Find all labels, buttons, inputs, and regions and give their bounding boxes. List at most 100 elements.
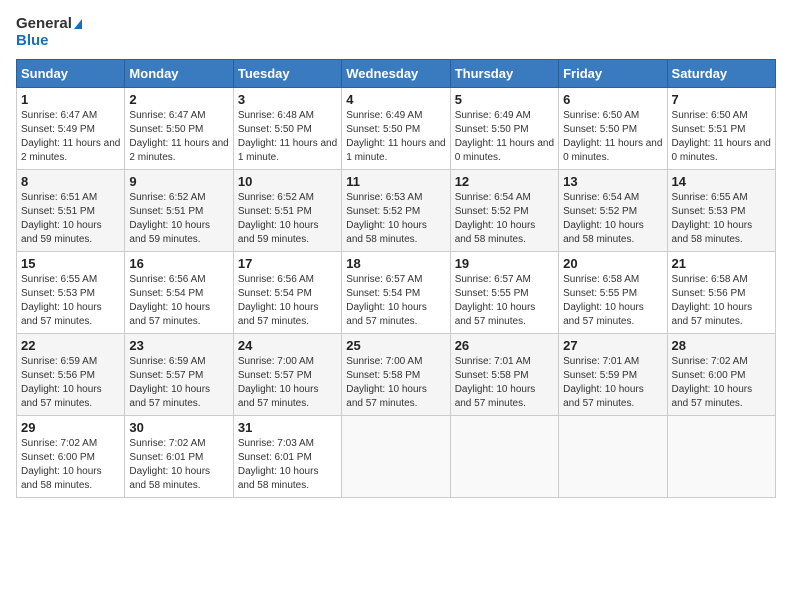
day-info: Sunrise: 6:50 AMSunset: 5:50 PMDaylight:… xyxy=(563,109,662,165)
day-header-wednesday: Wednesday xyxy=(342,60,450,88)
logo-blue: Blue xyxy=(16,33,82,50)
day-number: 9 xyxy=(129,174,228,189)
calendar-cell: 19 Sunrise: 6:57 AMSunset: 5:55 PMDayligh… xyxy=(450,252,558,334)
day-number: 13 xyxy=(563,174,662,189)
day-info: Sunrise: 6:58 AMSunset: 5:56 PMDaylight:… xyxy=(672,273,771,329)
day-info: Sunrise: 7:01 AMSunset: 5:59 PMDaylight:… xyxy=(563,355,662,411)
calendar-cell: 18Sunrise: 6:57 AMSunset: 5:54 PMDayligh… xyxy=(342,252,450,334)
day-header-sunday: Sunday xyxy=(17,60,125,88)
calendar-cell: 25 Sunrise: 7:00 AMSunset: 5:58 PMDayligh… xyxy=(342,334,450,416)
calendar-cell xyxy=(342,416,450,498)
calendar-cell: 10 Sunrise: 6:52 AMSunset: 5:51 PMDayligh… xyxy=(233,170,341,252)
calendar-header-row: SundayMondayTuesdayWednesdayThursdayFrid… xyxy=(17,60,776,88)
day-header-saturday: Saturday xyxy=(667,60,775,88)
day-header-friday: Friday xyxy=(559,60,667,88)
calendar-body: 1Sunrise: 6:47 AMSunset: 5:49 PMDaylight… xyxy=(17,88,776,498)
day-number: 16 xyxy=(129,256,228,271)
day-number: 12 xyxy=(455,174,554,189)
calendar-table: SundayMondayTuesdayWednesdayThursdayFrid… xyxy=(16,59,776,498)
calendar-week-row: 29 Sunrise: 7:02 AMSunset: 6:00 PMDayligh… xyxy=(17,416,776,498)
day-number: 4 xyxy=(346,92,445,107)
calendar-cell xyxy=(559,416,667,498)
day-info: Sunrise: 7:02 AMSunset: 6:01 PMDaylight:… xyxy=(129,437,228,493)
calendar-cell: 27Sunrise: 7:01 AMSunset: 5:59 PMDayligh… xyxy=(559,334,667,416)
day-info: Sunrise: 6:50 AMSunset: 5:51 PMDaylight:… xyxy=(672,109,771,165)
day-info: Sunrise: 6:48 AMSunset: 5:50 PMDaylight:… xyxy=(238,109,337,165)
calendar-cell: 12 Sunrise: 6:54 AMSunset: 5:52 PMDayligh… xyxy=(450,170,558,252)
calendar-cell: 30 Sunrise: 7:02 AMSunset: 6:01 PMDayligh… xyxy=(125,416,233,498)
calendar-cell: 14 Sunrise: 6:55 AMSunset: 5:53 PMDayligh… xyxy=(667,170,775,252)
page-header: General Blue xyxy=(16,16,776,49)
day-info: Sunrise: 6:57 AMSunset: 5:55 PMDaylight:… xyxy=(455,273,554,329)
day-info: Sunrise: 6:54 AMSunset: 5:52 PMDaylight:… xyxy=(455,191,554,247)
calendar-cell: 21Sunrise: 6:58 AMSunset: 5:56 PMDayligh… xyxy=(667,252,775,334)
day-info: Sunrise: 6:56 AMSunset: 5:54 PMDaylight:… xyxy=(238,273,337,329)
day-header-thursday: Thursday xyxy=(450,60,558,88)
calendar-week-row: 8Sunrise: 6:51 AMSunset: 5:51 PMDaylight… xyxy=(17,170,776,252)
day-info: Sunrise: 7:01 AMSunset: 5:58 PMDaylight:… xyxy=(455,355,554,411)
calendar-cell: 29 Sunrise: 7:02 AMSunset: 6:00 PMDayligh… xyxy=(17,416,125,498)
day-number: 14 xyxy=(672,174,771,189)
calendar-cell: 28Sunrise: 7:02 AMSunset: 6:00 PMDayligh… xyxy=(667,334,775,416)
day-number: 15 xyxy=(21,256,120,271)
day-number: 29 xyxy=(21,420,120,435)
logo: General Blue xyxy=(16,16,82,49)
calendar-cell: 20 Sunrise: 6:58 AMSunset: 5:55 PMDayligh… xyxy=(559,252,667,334)
day-info: Sunrise: 7:00 AMSunset: 5:58 PMDaylight:… xyxy=(346,355,445,411)
calendar-cell: 13 Sunrise: 6:54 AMSunset: 5:52 PMDayligh… xyxy=(559,170,667,252)
calendar-cell: 22 Sunrise: 6:59 AMSunset: 5:56 PMDayligh… xyxy=(17,334,125,416)
day-number: 22 xyxy=(21,338,120,353)
calendar-week-row: 1Sunrise: 6:47 AMSunset: 5:49 PMDaylight… xyxy=(17,88,776,170)
day-number: 3 xyxy=(238,92,337,107)
calendar-cell: 4 Sunrise: 6:49 AMSunset: 5:50 PMDaylight… xyxy=(342,88,450,170)
day-info: Sunrise: 7:02 AMSunset: 6:00 PMDaylight:… xyxy=(21,437,120,493)
day-number: 26 xyxy=(455,338,554,353)
day-number: 31 xyxy=(238,420,337,435)
day-number: 17 xyxy=(238,256,337,271)
day-info: Sunrise: 6:49 AMSunset: 5:50 PMDaylight:… xyxy=(346,109,445,165)
day-info: Sunrise: 6:52 AMSunset: 5:51 PMDaylight:… xyxy=(238,191,337,247)
day-info: Sunrise: 7:02 AMSunset: 6:00 PMDaylight:… xyxy=(672,355,771,411)
calendar-cell: 17 Sunrise: 6:56 AMSunset: 5:54 PMDayligh… xyxy=(233,252,341,334)
day-number: 11 xyxy=(346,174,445,189)
calendar-week-row: 22 Sunrise: 6:59 AMSunset: 5:56 PMDayligh… xyxy=(17,334,776,416)
day-number: 10 xyxy=(238,174,337,189)
day-info: Sunrise: 6:58 AMSunset: 5:55 PMDaylight:… xyxy=(563,273,662,329)
day-info: Sunrise: 6:55 AMSunset: 5:53 PMDaylight:… xyxy=(672,191,771,247)
calendar-cell: 26 Sunrise: 7:01 AMSunset: 5:58 PMDayligh… xyxy=(450,334,558,416)
logo-text: General Blue xyxy=(16,16,82,49)
day-info: Sunrise: 6:54 AMSunset: 5:52 PMDaylight:… xyxy=(563,191,662,247)
day-info: Sunrise: 6:51 AMSunset: 5:51 PMDaylight:… xyxy=(21,191,120,247)
day-info: Sunrise: 6:56 AMSunset: 5:54 PMDaylight:… xyxy=(129,273,228,329)
day-number: 20 xyxy=(563,256,662,271)
calendar-cell: 3 Sunrise: 6:48 AMSunset: 5:50 PMDaylight… xyxy=(233,88,341,170)
calendar-week-row: 15 Sunrise: 6:55 AMSunset: 5:53 PMDayligh… xyxy=(17,252,776,334)
logo-general: General xyxy=(16,16,82,33)
day-info: Sunrise: 6:59 AMSunset: 5:57 PMDaylight:… xyxy=(129,355,228,411)
day-number: 24 xyxy=(238,338,337,353)
calendar-cell: 9 Sunrise: 6:52 AMSunset: 5:51 PMDaylight… xyxy=(125,170,233,252)
calendar-cell xyxy=(667,416,775,498)
day-number: 2 xyxy=(129,92,228,107)
calendar-cell xyxy=(450,416,558,498)
day-info: Sunrise: 6:55 AMSunset: 5:53 PMDaylight:… xyxy=(21,273,120,329)
calendar-cell: 31Sunrise: 7:03 AMSunset: 6:01 PMDayligh… xyxy=(233,416,341,498)
day-number: 5 xyxy=(455,92,554,107)
calendar-cell: 23 Sunrise: 6:59 AMSunset: 5:57 PMDayligh… xyxy=(125,334,233,416)
day-info: Sunrise: 6:47 AMSunset: 5:49 PMDaylight:… xyxy=(21,109,120,165)
day-number: 19 xyxy=(455,256,554,271)
day-number: 23 xyxy=(129,338,228,353)
calendar-cell: 6Sunrise: 6:50 AMSunset: 5:50 PMDaylight… xyxy=(559,88,667,170)
calendar-cell: 1Sunrise: 6:47 AMSunset: 5:49 PMDaylight… xyxy=(17,88,125,170)
calendar-cell: 15 Sunrise: 6:55 AMSunset: 5:53 PMDayligh… xyxy=(17,252,125,334)
day-info: Sunrise: 6:53 AMSunset: 5:52 PMDaylight:… xyxy=(346,191,445,247)
day-header-tuesday: Tuesday xyxy=(233,60,341,88)
day-number: 7 xyxy=(672,92,771,107)
day-number: 18 xyxy=(346,256,445,271)
day-info: Sunrise: 6:59 AMSunset: 5:56 PMDaylight:… xyxy=(21,355,120,411)
calendar-cell: 24 Sunrise: 7:00 AMSunset: 5:57 PMDayligh… xyxy=(233,334,341,416)
day-number: 25 xyxy=(346,338,445,353)
day-number: 30 xyxy=(129,420,228,435)
day-info: Sunrise: 6:52 AMSunset: 5:51 PMDaylight:… xyxy=(129,191,228,247)
day-info: Sunrise: 7:00 AMSunset: 5:57 PMDaylight:… xyxy=(238,355,337,411)
